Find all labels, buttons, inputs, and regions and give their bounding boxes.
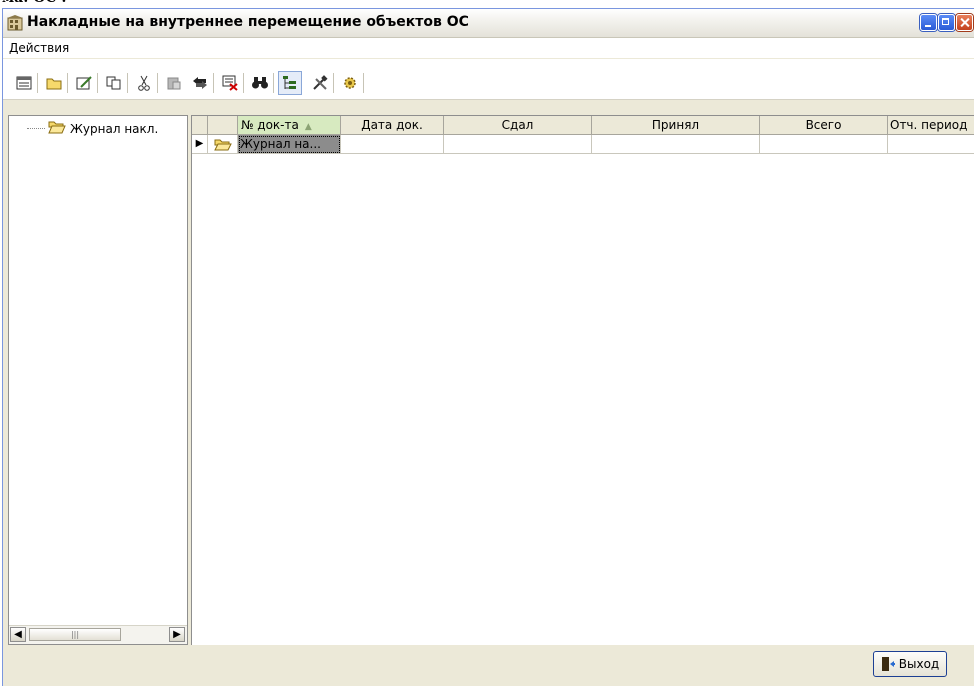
settings-icon[interactable] [341, 74, 359, 91]
window-title: Накладные на внутреннее перемещение объе… [27, 14, 469, 30]
edit-icon[interactable] [75, 74, 93, 91]
tree-item-label: Журнал накл. [70, 121, 159, 136]
tree-view-icon[interactable] [278, 71, 302, 95]
exit-button-label: Выход [898, 657, 940, 671]
scroll-thumb[interactable]: ||| [29, 628, 121, 641]
sort-ascending-icon: ▲ [304, 122, 312, 132]
scroll-right-icon[interactable]: ▶ [169, 627, 185, 642]
find-icon[interactable] [251, 74, 269, 91]
cell-period[interactable] [888, 135, 974, 154]
toolbar-separator [363, 73, 364, 93]
open-folder-icon [48, 120, 66, 137]
table-row[interactable]: ▶ Журнал на... [192, 135, 974, 154]
toolbar-separator [67, 73, 68, 93]
column-header-period[interactable]: Отч. период [888, 116, 974, 135]
row-indicator-header [192, 116, 208, 135]
toolbar-separator [213, 73, 214, 93]
minimize-button[interactable] [920, 14, 937, 31]
cell-doc-no[interactable]: Журнал на... [238, 135, 341, 154]
tree-item-journal[interactable]: Журнал накл. [27, 120, 158, 137]
toolbar-separator [273, 73, 274, 93]
close-button[interactable] [956, 14, 973, 31]
toolbar-separator [333, 73, 334, 93]
column-header-total[interactable]: Всего [760, 116, 888, 135]
bottom-panel: Выход [3, 645, 974, 686]
paste-icon[interactable] [165, 74, 183, 91]
cropped-heading-fragment: ма: ОС . [0, 0, 80, 6]
toolbar-separator [127, 73, 128, 93]
cell-date[interactable] [341, 135, 444, 154]
tools-icon[interactable] [311, 74, 329, 91]
icon-column-header [208, 116, 238, 135]
document-grid: № док-та ▲ Дата док. Сдал Принял Всего От… [191, 115, 974, 645]
cell-total[interactable] [760, 135, 888, 154]
maximize-button[interactable] [938, 14, 955, 31]
toolbar-separator [243, 73, 244, 93]
horizontal-scrollbar[interactable]: ◀ ||| ▶ [9, 625, 187, 644]
exit-door-icon [881, 656, 895, 672]
cell-gave[interactable] [444, 135, 592, 154]
delete-mark-icon[interactable] [221, 74, 239, 91]
move-icon[interactable] [191, 74, 209, 91]
toolbar-separator [157, 73, 158, 93]
new-folder-icon[interactable] [45, 74, 63, 91]
app-window: Накладные на внутреннее перемещение объе… [2, 8, 974, 686]
column-header-date[interactable]: Дата док. [341, 116, 444, 135]
toolbar-separator [37, 73, 38, 93]
folder-icon [208, 135, 238, 154]
grid-header: № док-та ▲ Дата док. Сдал Принял Всего От… [192, 116, 974, 135]
scroll-left-icon[interactable]: ◀ [10, 627, 26, 642]
new-document-icon[interactable] [15, 74, 33, 91]
toolbar [3, 59, 974, 100]
menu-bar: Действия [3, 38, 974, 58]
column-header-received[interactable]: Принял [592, 116, 760, 135]
exit-button[interactable]: Выход [873, 651, 947, 677]
row-pointer-icon: ▶ [192, 135, 208, 154]
title-bar[interactable]: Накладные на внутреннее перемещение объе… [3, 9, 974, 38]
column-header-gave[interactable]: Сдал [444, 116, 592, 135]
tree-connector [27, 128, 45, 129]
cell-received[interactable] [592, 135, 760, 154]
toolbar-separator [97, 73, 98, 93]
tree-panel: Журнал накл. ◀ ||| ▶ [8, 115, 188, 645]
copy-icon[interactable] [105, 74, 123, 91]
column-header-doc-no-label: № док-та [241, 118, 299, 132]
cut-icon[interactable] [135, 74, 153, 91]
app-icon [7, 15, 25, 31]
column-header-doc-no[interactable]: № док-та ▲ [238, 116, 341, 135]
menu-actions[interactable]: Действия [9, 41, 69, 55]
